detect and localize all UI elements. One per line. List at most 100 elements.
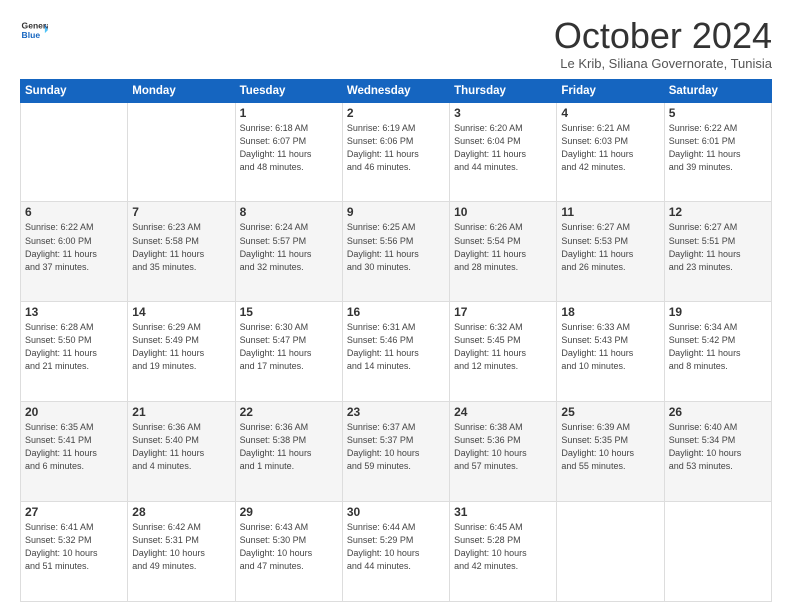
day-number: 22 [240,405,338,419]
logo-icon: General Blue [20,16,48,44]
month-title: October 2024 [554,16,772,56]
day-info: Sunrise: 6:24 AM Sunset: 5:57 PM Dayligh… [240,221,338,273]
table-row: 2 Sunrise: 6:19 AM Sunset: 6:06 PM Daylig… [342,102,449,202]
day-info: Sunrise: 6:22 AM Sunset: 6:00 PM Dayligh… [25,221,123,273]
svg-text:General: General [22,20,48,30]
table-row: 29Sunrise: 6:43 AM Sunset: 5:30 PM Dayli… [235,502,342,602]
day-info: Sunrise: 6:33 AM Sunset: 5:43 PM Dayligh… [561,321,659,373]
calendar-week-5: 27 Sunrise: 6:41 AM Sunset: 5:32 PM Dayli… [21,502,772,602]
table-row: 6Sunrise: 6:22 AM Sunset: 6:00 PM Daylig… [21,202,128,302]
day-number: 19 [669,305,767,319]
table-row: 11Sunrise: 6:27 AM Sunset: 5:53 PM Dayli… [557,202,664,302]
table-row: 30 Sunrise: 6:44 AM Sunset: 5:29 PM Dayli… [342,502,449,602]
day-info: Sunrise: 6:36 AM Sunset: 5:38 PM Dayligh… [240,421,338,473]
day-number: 24 [454,405,552,419]
day-info: Sunrise: 6:36 AM Sunset: 5:40 PM Dayligh… [132,421,230,473]
table-row: 10 Sunrise: 6:26 AM Sunset: 5:54 PM Dayli… [450,202,557,302]
table-row: 18 Sunrise: 6:33 AM Sunset: 5:43 PM Dayli… [557,302,664,402]
day-info: Sunrise: 6:23 AM Sunset: 5:58 PM Dayligh… [132,221,230,273]
table-row: 21 Sunrise: 6:36 AM Sunset: 5:40 PM Dayli… [128,402,235,502]
day-info: Sunrise: 6:21 AM Sunset: 6:03 PM Dayligh… [561,122,659,174]
day-info: Sunrise: 6:29 AM Sunset: 5:49 PM Dayligh… [132,321,230,373]
day-number: 5 [669,106,767,120]
table-row [21,102,128,202]
col-monday: Monday [128,79,235,102]
day-number: 18 [561,305,659,319]
table-row: 16Sunrise: 6:31 AM Sunset: 5:46 PM Dayli… [342,302,449,402]
table-row: 25 Sunrise: 6:39 AM Sunset: 5:35 PM Dayli… [557,402,664,502]
day-number: 28 [132,505,230,519]
calendar-week-2: 6Sunrise: 6:22 AM Sunset: 6:00 PM Daylig… [21,202,772,302]
day-info: Sunrise: 6:27 AM Sunset: 5:51 PM Dayligh… [669,221,767,273]
day-info: Sunrise: 6:26 AM Sunset: 5:54 PM Dayligh… [454,221,552,273]
day-info: Sunrise: 6:44 AM Sunset: 5:29 PM Dayligh… [347,521,445,573]
day-number: 2 [347,106,445,120]
day-number: 20 [25,405,123,419]
day-info: Sunrise: 6:19 AM Sunset: 6:06 PM Dayligh… [347,122,445,174]
table-row: 14 Sunrise: 6:29 AM Sunset: 5:49 PM Dayli… [128,302,235,402]
table-row: 3Sunrise: 6:20 AM Sunset: 6:04 PM Daylig… [450,102,557,202]
day-number: 14 [132,305,230,319]
day-number: 17 [454,305,552,319]
day-info: Sunrise: 6:40 AM Sunset: 5:34 PM Dayligh… [669,421,767,473]
table-row: 27 Sunrise: 6:41 AM Sunset: 5:32 PM Dayli… [21,502,128,602]
day-number: 29 [240,505,338,519]
table-row: 5 Sunrise: 6:22 AM Sunset: 6:01 PM Daylig… [664,102,771,202]
day-number: 9 [347,205,445,219]
page: General Blue October 2024 Le Krib, Silia… [0,0,792,612]
day-number: 13 [25,305,123,319]
table-row: 19 Sunrise: 6:34 AM Sunset: 5:42 PM Dayli… [664,302,771,402]
day-number: 31 [454,505,552,519]
day-number: 26 [669,405,767,419]
col-thursday: Thursday [450,79,557,102]
day-info: Sunrise: 6:37 AM Sunset: 5:37 PM Dayligh… [347,421,445,473]
day-number: 21 [132,405,230,419]
col-wednesday: Wednesday [342,79,449,102]
table-row [557,502,664,602]
title-block: October 2024 Le Krib, Siliana Governorat… [554,16,772,71]
table-row: 4 Sunrise: 6:21 AM Sunset: 6:03 PM Daylig… [557,102,664,202]
calendar-week-4: 20 Sunrise: 6:35 AM Sunset: 5:41 PM Dayli… [21,402,772,502]
day-number: 30 [347,505,445,519]
table-row: 31 Sunrise: 6:45 AM Sunset: 5:28 PM Dayli… [450,502,557,602]
day-number: 15 [240,305,338,319]
day-number: 8 [240,205,338,219]
col-saturday: Saturday [664,79,771,102]
table-row: 7Sunrise: 6:23 AM Sunset: 5:58 PM Daylig… [128,202,235,302]
logo: General Blue [20,16,48,44]
day-info: Sunrise: 6:39 AM Sunset: 5:35 PM Dayligh… [561,421,659,473]
day-number: 12 [669,205,767,219]
day-number: 1 [240,106,338,120]
col-sunday: Sunday [21,79,128,102]
table-row: 8 Sunrise: 6:24 AM Sunset: 5:57 PM Daylig… [235,202,342,302]
day-number: 27 [25,505,123,519]
day-info: Sunrise: 6:35 AM Sunset: 5:41 PM Dayligh… [25,421,123,473]
calendar-week-1: 1Sunrise: 6:18 AM Sunset: 6:07 PM Daylig… [21,102,772,202]
table-row: 9 Sunrise: 6:25 AM Sunset: 5:56 PM Daylig… [342,202,449,302]
day-info: Sunrise: 6:45 AM Sunset: 5:28 PM Dayligh… [454,521,552,573]
day-info: Sunrise: 6:25 AM Sunset: 5:56 PM Dayligh… [347,221,445,273]
table-row: 13Sunrise: 6:28 AM Sunset: 5:50 PM Dayli… [21,302,128,402]
table-row: 26 Sunrise: 6:40 AM Sunset: 5:34 PM Dayli… [664,402,771,502]
table-row: 28 Sunrise: 6:42 AM Sunset: 5:31 PM Dayli… [128,502,235,602]
day-info: Sunrise: 6:20 AM Sunset: 6:04 PM Dayligh… [454,122,552,174]
day-info: Sunrise: 6:38 AM Sunset: 5:36 PM Dayligh… [454,421,552,473]
day-number: 11 [561,205,659,219]
day-number: 4 [561,106,659,120]
day-number: 16 [347,305,445,319]
day-info: Sunrise: 6:42 AM Sunset: 5:31 PM Dayligh… [132,521,230,573]
day-number: 10 [454,205,552,219]
day-number: 25 [561,405,659,419]
table-row: 23Sunrise: 6:37 AM Sunset: 5:37 PM Dayli… [342,402,449,502]
day-info: Sunrise: 6:34 AM Sunset: 5:42 PM Dayligh… [669,321,767,373]
table-row: 22 Sunrise: 6:36 AM Sunset: 5:38 PM Dayli… [235,402,342,502]
subtitle: Le Krib, Siliana Governorate, Tunisia [554,56,772,71]
day-info: Sunrise: 6:30 AM Sunset: 5:47 PM Dayligh… [240,321,338,373]
calendar-week-3: 13Sunrise: 6:28 AM Sunset: 5:50 PM Dayli… [21,302,772,402]
day-info: Sunrise: 6:22 AM Sunset: 6:01 PM Dayligh… [669,122,767,174]
calendar-table: Sunday Monday Tuesday Wednesday Thursday… [20,79,772,602]
table-row: 12 Sunrise: 6:27 AM Sunset: 5:51 PM Dayli… [664,202,771,302]
day-info: Sunrise: 6:41 AM Sunset: 5:32 PM Dayligh… [25,521,123,573]
table-row: 15 Sunrise: 6:30 AM Sunset: 5:47 PM Dayli… [235,302,342,402]
header: General Blue October 2024 Le Krib, Silia… [20,16,772,71]
